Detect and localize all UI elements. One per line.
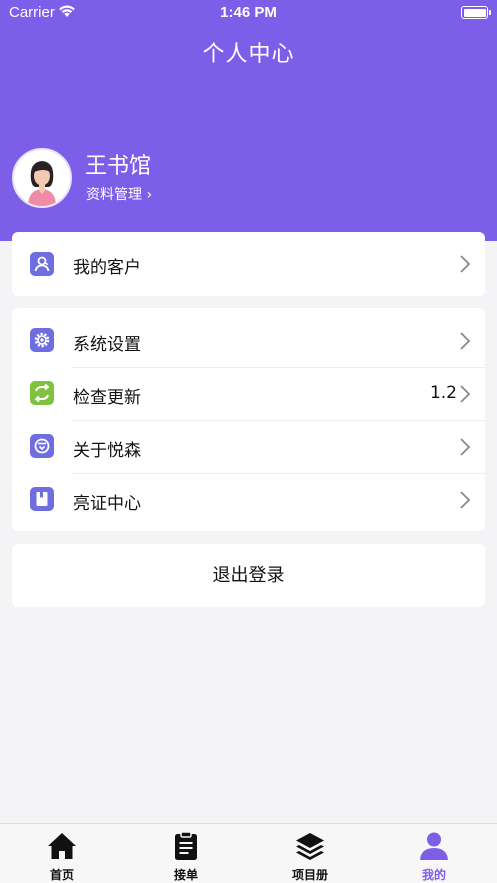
clipboard-icon	[175, 831, 197, 860]
tab-label: 接单	[173, 868, 198, 882]
menu-item-label: 亮证中心	[73, 494, 141, 514]
chevron-right-icon	[460, 491, 471, 509]
tab-orders[interactable]: 接单	[124, 824, 248, 883]
about-icon	[30, 434, 54, 458]
logout-button[interactable]: 退出登录	[12, 544, 485, 607]
gear-icon	[30, 328, 54, 352]
chevron-right-icon	[460, 332, 471, 350]
chevron-right-icon	[460, 385, 471, 403]
tab-mine[interactable]: 我的	[372, 824, 496, 883]
home-icon	[48, 833, 76, 859]
user-name: 王书馆	[85, 154, 152, 179]
customers-card: 我的客户	[12, 232, 485, 296]
customers-icon	[30, 252, 54, 276]
menu-item-my-customers[interactable]: 我的客户	[12, 232, 485, 296]
menu-item-about[interactable]: 关于悦森	[12, 420, 485, 473]
chevron-right-icon	[460, 255, 471, 273]
avatar-icon	[14, 150, 70, 206]
layers-icon	[296, 833, 324, 860]
bookmark-icon	[30, 487, 54, 511]
profile-management-link[interactable]: 资料管理 ›	[86, 184, 152, 204]
menu-item-system-settings[interactable]: 系统设置	[12, 314, 485, 367]
menu-item-certificate-center[interactable]: 亮证中心	[12, 473, 485, 526]
chevron-right-icon	[460, 438, 471, 456]
menu-item-label: 我的客户	[73, 258, 141, 278]
refresh-icon	[30, 381, 54, 405]
tab-label: 我的	[421, 868, 446, 882]
settings-card: 系统设置 检查更新 1.2 关于悦森 亮证中心	[12, 308, 485, 531]
menu-item-label: 关于悦森	[73, 441, 141, 461]
menu-item-label: 系统设置	[73, 335, 141, 355]
page-title: 个人中心	[202, 42, 295, 67]
person-icon	[420, 832, 448, 860]
menu-item-check-update[interactable]: 检查更新 1.2	[12, 367, 485, 420]
battery-icon	[461, 6, 491, 19]
tab-label: 项目册	[291, 868, 328, 882]
menu-item-label: 检查更新	[73, 388, 141, 408]
avatar[interactable]	[12, 148, 72, 208]
tab-bar: 首页 接单 项目册 我的	[0, 823, 497, 883]
clock: 1:46 PM	[220, 4, 277, 21]
version-number: 1.2	[429, 383, 457, 403]
tab-home[interactable]: 首页	[0, 824, 124, 883]
profile-header: Carrier 1:46 PM 个人中心 王书馆 资料管理 ›	[0, 0, 497, 241]
status-bar: Carrier 1:46 PM	[0, 0, 497, 26]
tab-projects[interactable]: 项目册	[248, 824, 372, 883]
tab-label: 首页	[49, 868, 74, 882]
